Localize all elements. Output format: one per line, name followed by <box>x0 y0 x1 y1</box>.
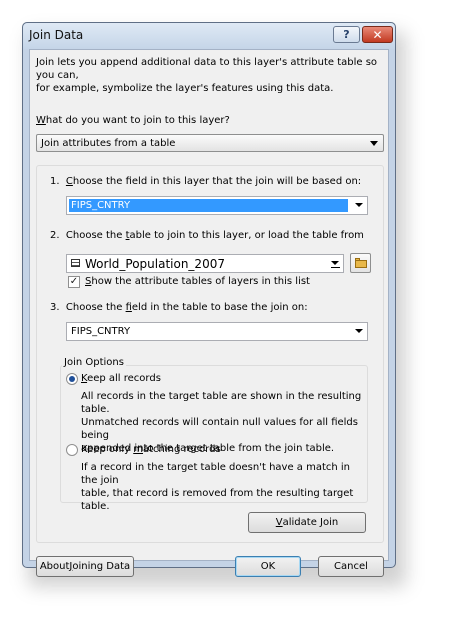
keep-matching-records-radio[interactable] <box>66 444 78 456</box>
join-table-dropdown[interactable]: World_Population_2007 <box>66 254 344 273</box>
dialog-body: Join lets you append additional data to … <box>29 49 389 577</box>
layer-field-value: FIPS_CNTRY <box>69 199 348 212</box>
close-icon: ✕ <box>372 27 383 42</box>
keep-all-records-label[interactable]: Keep all records <box>81 373 161 384</box>
show-attribute-tables-label[interactable]: Show the attribute tables of layers in t… <box>85 276 310 287</box>
table-field-dropdown[interactable]: FIPS_CNTRY <box>66 322 368 341</box>
help-button[interactable]: ? <box>333 26 360 43</box>
browse-table-button[interactable] <box>350 253 371 273</box>
keep-all-records-radio[interactable] <box>66 373 78 385</box>
step-2-label: 2. Choose the table to join to this laye… <box>50 230 364 241</box>
ok-button[interactable]: OK <box>235 556 301 577</box>
step-1-label: 1. Choose the field in this layer that t… <box>50 176 362 187</box>
checkmark-icon: ✓ <box>69 276 79 287</box>
intro-line-1: Join lets you append additional data to … <box>36 57 378 81</box>
join-type-value: Join attributes from a table <box>41 138 176 149</box>
join-table-value: World_Population_2007 <box>85 257 225 271</box>
step-3-label: 3. Choose the field in the table to base… <box>50 302 308 313</box>
chevron-down-icon <box>331 261 339 265</box>
chevron-down-icon <box>370 141 378 146</box>
validate-join-button[interactable]: Validate Join <box>248 512 366 533</box>
folder-icon <box>355 260 367 268</box>
keep-matching-records-label[interactable]: Keep only matching records <box>81 444 221 455</box>
help-icon: ? <box>343 28 350 41</box>
intro-line-2: for example, symbolize the layer's featu… <box>36 83 334 94</box>
close-button[interactable]: ✕ <box>362 26 393 43</box>
cancel-button[interactable]: Cancel <box>318 556 384 577</box>
dialog-title: Join Data <box>29 28 84 42</box>
join-data-dialog: Join Data ? ✕ Join lets you append addit… <box>22 22 396 577</box>
dropdown-underline <box>331 267 340 268</box>
chevron-down-icon <box>355 329 363 333</box>
table-icon <box>71 259 80 267</box>
layer-field-dropdown[interactable]: FIPS_CNTRY <box>66 196 368 215</box>
table-field-value: FIPS_CNTRY <box>71 326 131 337</box>
about-joining-data-button[interactable]: About Joining Data <box>36 556 134 577</box>
chevron-down-icon <box>355 203 363 207</box>
show-attribute-tables-checkbox[interactable]: ✓ <box>68 276 80 288</box>
join-options-legend: Join Options <box>62 357 126 368</box>
intro-text: Join lets you append additional data to … <box>36 56 382 95</box>
title-bar[interactable]: Join Data ? ✕ <box>23 23 395 49</box>
join-type-label: What do you want to join to this layer? <box>36 115 230 126</box>
keep-matching-records-description: If a record in the target table doesn't … <box>81 462 354 512</box>
join-type-dropdown[interactable]: Join attributes from a table <box>36 134 384 152</box>
